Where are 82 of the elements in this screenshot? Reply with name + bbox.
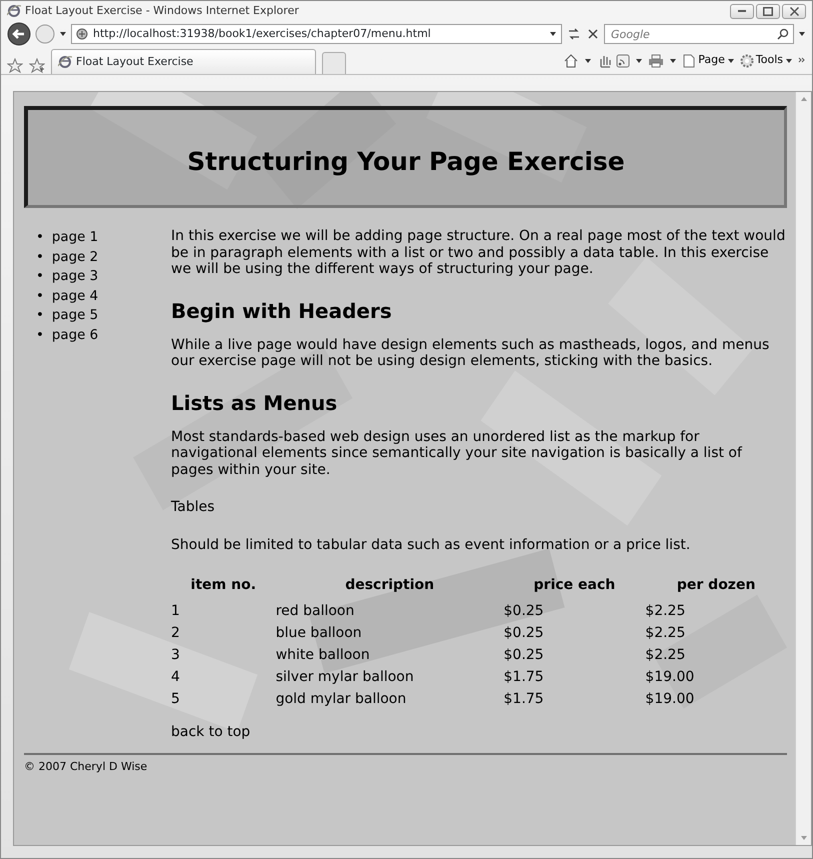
paragraph: In this exercise we will be adding page structure. On a real page most of the text would be in paragraph elements with a list or two and possibly a data table. In this exercise we will be using the different ways of structuring your page. [171,228,786,278]
section-heading: Begin with Headers [171,298,393,322]
table-cell-text: $2.25 [645,646,686,665]
table-cell-text: 2 [171,624,181,643]
table-cell-text: $0.25 [504,624,545,643]
maximize-icon [763,6,773,16]
table-cell-text: $0.25 [504,602,545,621]
page-icon [76,28,88,40]
section-heading: Lists as Menus [171,390,338,414]
paragraph: Tables [171,499,216,516]
column-header: item no. [190,576,258,595]
column-header: price each [532,576,616,595]
gear-icon [740,54,754,68]
table-cell-text: 4 [171,668,181,687]
nav-link[interactable]: page 5 [52,306,98,326]
table-cell-text: silver mylar balloon [276,668,415,687]
bullet: • [36,268,44,286]
column-header: description [344,576,436,595]
refresh-icon[interactable] [566,27,582,41]
dropdown-icon[interactable] [59,30,67,38]
page-icon [682,54,696,68]
caret-icon [726,56,735,64]
nav-link[interactable]: page 2 [52,248,98,267]
window-title: Float Layout Exercise - Windows Internet Explorer [25,2,299,19]
bullet: • [36,307,44,325]
paragraph: While a live page would have design elements such as mastheads, logos, and menus our exercise page will not be using design elements, sticking with the basics. [171,336,770,370]
minimize-button[interactable] [730,4,754,18]
home-icon[interactable] [563,53,580,68]
bullet: • [36,288,44,306]
nav-link[interactable]: page 4 [52,286,98,306]
table-cell-text: $2.25 [645,624,686,643]
nav-link[interactable]: page 6 [52,326,98,345]
url-text: http://localhost:31938/book1/exercises/chapter07/menu.html [93,26,432,42]
favorites-star-icon[interactable] [7,58,23,74]
dropdown-icon[interactable] [584,56,592,64]
search-box[interactable]: Google [604,24,794,44]
search-icon [777,28,789,40]
page-title: Structuring Your Page Exercise [187,146,625,176]
minimize-icon [738,10,746,12]
add-favorites-icon[interactable] [29,58,45,74]
dropdown-icon[interactable] [549,30,557,38]
dropdown-icon[interactable] [798,30,806,38]
back-button[interactable] [7,22,31,46]
back-to-top-link[interactable]: back to top [171,724,250,740]
table-cell-text: $1.75 [504,690,545,709]
browser-icon [58,55,72,69]
table-cell-text: gold mylar balloon [276,690,408,709]
table-cell-text: $0.25 [504,646,545,665]
bullet: • [36,248,44,266]
dropdown-icon[interactable] [669,56,678,64]
paragraph: Should be limited to tabular data such as event information or a price list. [171,536,692,553]
table-cell-text: $19.00 [645,690,696,709]
bullet: • [36,326,44,344]
column-header: per dozen [676,576,756,595]
table-cell-text: $1.75 [504,668,545,687]
bullet: • [36,229,44,247]
stop-icon[interactable] [586,27,600,41]
footer-text: © 2007 Cheryl D Wise [24,759,148,775]
close-icon [790,6,798,16]
toolbar-button[interactable]: Tools [740,52,793,69]
nav-link[interactable]: page 1 [52,228,98,248]
toolbar-button[interactable]: Page [682,52,735,69]
table-cell-text: $2.25 [645,602,686,621]
browser-tab[interactable]: Float Layout Exercise [51,49,316,74]
browser-icon [7,4,21,18]
chevron-icon[interactable] [798,56,806,64]
dropdown-icon[interactable] [635,56,644,64]
caret-icon [785,56,793,64]
close-button[interactable] [782,4,806,18]
table-cell-text: 5 [171,690,181,709]
address-bar[interactable]: http://localhost:31938/book1/exercises/chapter07/menu.html [71,24,562,44]
table-cell-text: white balloon [276,646,371,665]
paragraph: Most standards-based web design uses an unordered list as the markup for navigational elements since semantically your site navigation is basically a list of pages within your site. [171,428,744,478]
table-cell-text: 1 [171,602,181,621]
table-cell-text: red balloon [276,602,356,621]
feed-icon[interactable] [616,54,630,68]
maximize-button[interactable] [756,4,780,18]
table-cell-text: blue balloon [276,624,363,643]
print-icon[interactable] [648,54,664,68]
table-cell-text: 3 [171,646,181,665]
nav-link[interactable]: page 3 [52,267,98,286]
table-cell-text: $19.00 [645,668,696,687]
